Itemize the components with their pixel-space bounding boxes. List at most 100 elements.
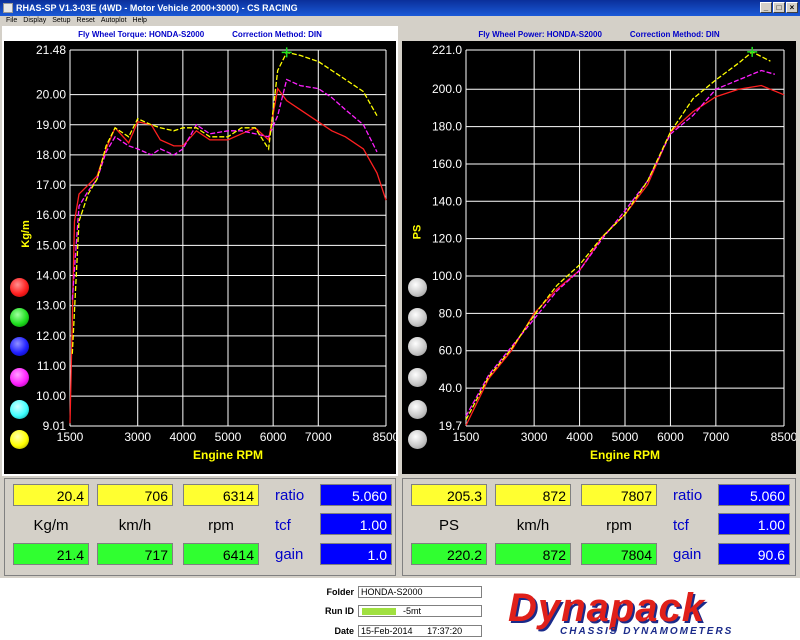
minimize-button[interactable]: _ — [760, 2, 772, 13]
gain-value[interactable]: 1.0 — [320, 543, 392, 565]
torque-y-tick-label: 17.00 — [36, 178, 66, 192]
torque-x-axis-label: Engine RPM — [193, 448, 263, 462]
torque-y-tick-label: 11.00 — [37, 359, 66, 373]
date-field[interactable]: 15-Feb-2014 17:37:20 — [358, 625, 482, 637]
power-series-line — [465, 51, 771, 421]
power-ratio-value[interactable]: 5.060 — [718, 484, 790, 506]
speed-value: 706 — [97, 484, 173, 506]
power-y-tick-label: 40.0 — [439, 381, 463, 395]
power-rpm-unit: rpm — [606, 517, 632, 534]
color-dot-green[interactable] — [10, 308, 29, 327]
torque-x-tick-label: 7000 — [305, 430, 332, 444]
folder-label: Folder — [326, 587, 354, 597]
grey-dot-2[interactable] — [408, 308, 427, 327]
max-power-speed-value: 872 — [495, 543, 571, 565]
torque-x-tick-label: 6000 — [260, 430, 287, 444]
power-speed-value: 872 — [495, 484, 571, 506]
power-y-tick-label: 200.0 — [432, 82, 462, 96]
power-chart: 1500 3000 4000 5000 6000 7000 8500221.0200.018… — [432, 43, 796, 462]
power-y-tick-label: 60.0 — [439, 344, 463, 358]
torque-x-tick-label: 3000 — [124, 430, 151, 444]
power-value: 205.3 — [411, 484, 487, 506]
power-x-tick-label: 3000 — [521, 430, 548, 444]
color-dot-yellow[interactable] — [10, 430, 29, 449]
power-x-tick-label: 4000 — [566, 430, 593, 444]
menu-autoplot[interactable]: Autoplot — [101, 16, 127, 26]
grey-dot-5[interactable] — [408, 400, 427, 419]
torque-chart-panel: Fly Wheel Torque: HONDA-S2000 Correction… — [2, 26, 398, 476]
grey-dot-4[interactable] — [408, 368, 427, 387]
color-dot-magenta[interactable] — [10, 368, 29, 387]
folder-field[interactable]: HONDA-S2000 — [358, 586, 482, 598]
power-x-tick-label: 6000 — [657, 430, 684, 444]
tcf-value[interactable]: 1.00 — [320, 513, 392, 535]
power-y-tick-label: 221.0 — [432, 43, 462, 57]
power-y-tick-label: 160.0 — [432, 157, 462, 171]
torque-y-tick-label: 10.00 — [36, 389, 66, 403]
power-readout-panel: 205.3 872 7807 PS km/h rpm 220.2 872 780… — [402, 478, 796, 576]
maximize-button[interactable]: □ — [773, 2, 785, 13]
dynapack-logo: Dynapack — [508, 586, 705, 630]
menu-reset[interactable]: Reset — [77, 16, 95, 26]
gain-label: gain — [275, 546, 304, 563]
runid-label: Run ID — [325, 606, 354, 616]
power-y-tick-label: 80.0 — [439, 306, 463, 320]
max-power-rpm-value: 7804 — [581, 543, 657, 565]
power-tcf-label: tcf — [673, 517, 689, 534]
color-dot-red[interactable] — [10, 278, 29, 297]
torque-x-tick-label: 8500 — [373, 430, 396, 444]
app-icon — [3, 3, 13, 13]
runid-text: -5mt — [403, 606, 421, 616]
power-y-tick-label: 120.0 — [432, 232, 462, 246]
torque-y-axis-label: Kg/m — [19, 220, 32, 248]
ratio-label: ratio — [275, 487, 305, 504]
power-ratio-label: ratio — [673, 487, 703, 504]
max-torque-value: 21.4 — [13, 543, 89, 565]
menu-file[interactable]: File — [6, 16, 17, 26]
grey-dot-1[interactable] — [408, 278, 427, 297]
max-rpm-value: 6414 — [183, 543, 259, 565]
ratio-value[interactable]: 5.060 — [320, 484, 392, 506]
power-gain-value[interactable]: 90.6 — [718, 543, 790, 565]
torque-y-tick-label: 12.00 — [36, 329, 66, 343]
torque-y-tick-label: 15.00 — [36, 238, 66, 252]
close-button[interactable]: × — [786, 2, 798, 13]
torque-y-tick-label: 16.00 — [36, 208, 66, 222]
runid-field[interactable]: -5mt — [358, 605, 482, 617]
torque-value: 20.4 — [13, 484, 89, 506]
power-x-tick-label: 5000 — [612, 430, 639, 444]
dynapack-logo-subtitle: CHASSIS DYNAMOMETERS — [560, 626, 734, 637]
torque-y-tick-label: 18.00 — [36, 148, 66, 162]
speed-unit: km/h — [118, 517, 152, 534]
color-dot-cyan[interactable] — [10, 400, 29, 419]
power-tcf-value[interactable]: 1.00 — [718, 513, 790, 535]
power-x-tick-label: 8500 — [771, 430, 796, 444]
color-dot-blue[interactable] — [10, 337, 29, 356]
torque-x-tick-label: 4000 — [170, 430, 197, 444]
grey-dot-6[interactable] — [408, 430, 427, 449]
torque-y-tick-label: 19.00 — [36, 118, 66, 132]
power-x-tick-label: 7000 — [703, 430, 730, 444]
grey-dot-3[interactable] — [408, 337, 427, 356]
torque-y-tick-label: 13.00 — [36, 299, 66, 313]
torque-peak-marker — [281, 47, 292, 58]
menu-display[interactable]: Display — [23, 16, 46, 26]
rpm-value: 6314 — [183, 484, 259, 506]
menu-setup[interactable]: Setup — [52, 16, 70, 26]
power-x-axis-label: Engine RPM — [590, 448, 660, 462]
rpm-unit: rpm — [208, 517, 234, 534]
power-y-axis-label: PS — [411, 224, 424, 240]
tcf-label: tcf — [275, 517, 291, 534]
runid-indicator — [362, 608, 396, 615]
power-gain-label: gain — [673, 546, 702, 563]
menu-bar: File Display Setup Reset Autoplot Help — [0, 16, 800, 26]
menu-help[interactable]: Help — [133, 16, 147, 26]
torque-y-tick-label: 14.00 — [36, 269, 66, 283]
power-speed-unit: km/h — [516, 517, 550, 534]
power-y-tick-label: 140.0 — [432, 194, 462, 208]
date-label: Date — [334, 626, 354, 636]
power-rpm-value: 7807 — [581, 484, 657, 506]
torque-readout-panel: 20.4 706 6314 Kg/m km/h rpm 21.4 717 641… — [4, 478, 396, 576]
torque-y-tick-label: 20.00 — [36, 88, 66, 102]
torque-y-tick-label: 9.01 — [43, 419, 67, 433]
